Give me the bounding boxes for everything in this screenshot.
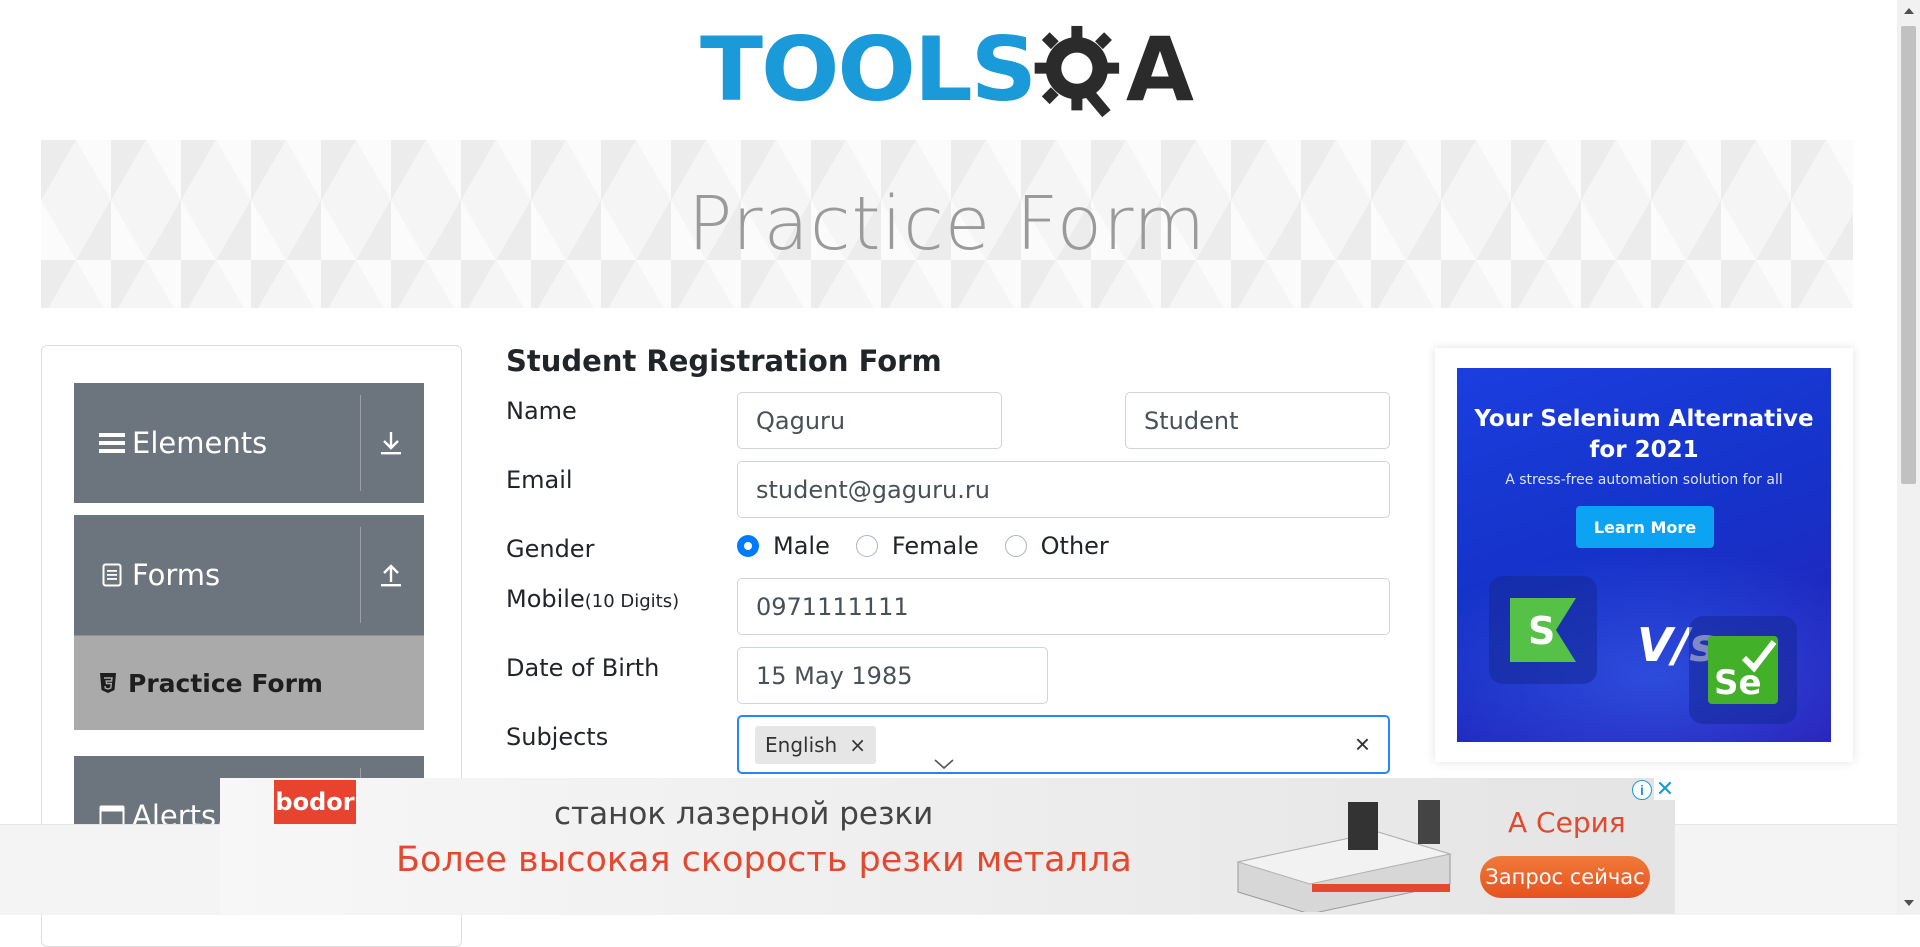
radio-unchecked-icon[interactable]	[855, 535, 878, 557]
bottom-advertisement[interactable]: bodor станок лазерной резки Более высока…	[220, 778, 1675, 914]
clear-icon[interactable]: ×	[1355, 729, 1370, 760]
gender-option-label: Male	[773, 532, 830, 560]
logo-text-tools: TOOLS	[700, 18, 1037, 121]
selenium-logo-tile: Se	[1689, 616, 1797, 724]
date-of-birth-input[interactable]: 15 May 1985	[737, 647, 1048, 704]
upload-arrow-icon[interactable]	[368, 515, 414, 635]
divider	[360, 395, 361, 491]
download-arrow-icon[interactable]	[368, 383, 414, 503]
gender-option-label: Other	[1040, 532, 1109, 560]
tile-letter: S	[1528, 609, 1555, 653]
sidebar-item-label: Practice Form	[128, 668, 323, 698]
name-label: Name	[506, 397, 577, 425]
toolsqa-logo[interactable]: TOOLS A	[700, 14, 1194, 126]
subjects-label: Subjects	[506, 723, 609, 751]
side-advertisement[interactable]: Your Selenium Alternative for 2021 A str…	[1435, 348, 1853, 762]
scroll-down-arrow-icon[interactable]	[1897, 892, 1920, 914]
first-name-input[interactable]: Qaguru	[737, 392, 1002, 449]
selenium-icon: Se	[1708, 636, 1778, 704]
radio-unchecked-icon[interactable]	[1004, 535, 1027, 557]
mobile-label: Mobile(10 Digits)	[506, 585, 679, 613]
subjects-input[interactable]: English × ×	[737, 715, 1390, 774]
gender-radio-other[interactable]: Other	[1004, 532, 1109, 560]
ad-headline-line-1: Your Selenium Alternative	[1474, 406, 1814, 432]
scroll-up-arrow-icon[interactable]	[1897, 0, 1920, 22]
ad-line-1: станок лазерной резки	[554, 796, 934, 832]
form-title: Student Registration Form	[506, 344, 942, 378]
gender-radio-male[interactable]: Male	[737, 532, 830, 560]
last-name-input[interactable]: Student	[1125, 392, 1390, 449]
ad-headline: Your Selenium Alternative for 2021	[1457, 404, 1831, 466]
laser-cutter-image	[1236, 800, 1452, 912]
page-banner: Practice Form	[41, 140, 1853, 308]
sidebar-item-practice-form[interactable]: Practice Form	[74, 635, 424, 730]
sidebar-group-label: Elements	[132, 426, 268, 460]
html5-icon	[100, 673, 116, 693]
document-icon	[98, 561, 126, 589]
gear-magnifier-icon	[1034, 25, 1120, 118]
ad-headline-line-2: for 2021	[1589, 437, 1699, 463]
gender-radio-female[interactable]: Female	[855, 532, 979, 560]
divider	[360, 527, 361, 623]
testproject-icon: S	[1510, 598, 1576, 662]
ad-subtitle: A stress-free automation solution for al…	[1505, 472, 1783, 488]
ad-close-icon[interactable]: ✕	[1654, 776, 1676, 801]
vertical-scrollbar[interactable]	[1897, 0, 1920, 914]
gender-option-label: Female	[891, 532, 979, 560]
hamburger-icon	[98, 429, 126, 457]
testproject-logo-tile: S	[1489, 576, 1597, 684]
dob-label: Date of Birth	[506, 654, 660, 682]
sidebar-group-elements[interactable]: Elements	[74, 383, 424, 503]
request-now-button[interactable]: Запрос сейчас	[1480, 856, 1650, 898]
gender-radio-group: Male Female Other	[737, 532, 1135, 560]
remove-chip-icon[interactable]: ×	[845, 733, 876, 757]
mobile-label-text: Mobile	[506, 585, 585, 613]
gender-label: Gender	[506, 535, 595, 563]
mobile-input[interactable]: 0971111111	[737, 578, 1390, 635]
logo-text-a: A	[1125, 18, 1194, 121]
email-input[interactable]: student@gaguru.ru	[737, 461, 1390, 518]
scrollbar-thumb[interactable]	[1901, 26, 1916, 484]
subject-chip-label: English	[765, 733, 838, 757]
subject-chip: English ×	[755, 726, 876, 764]
ad-line-2: Более высокая скорость резки металла	[396, 840, 1132, 880]
page-title: Practice Form	[687, 181, 1207, 267]
sidebar-group-label: Forms	[132, 558, 221, 592]
mobile-hint: (10 Digits)	[584, 591, 680, 612]
sidebar-group-forms[interactable]: Forms	[74, 515, 424, 635]
tile-letter: Se	[1714, 663, 1762, 703]
learn-more-button[interactable]: Learn More	[1576, 506, 1714, 548]
ad-series-label: A Серия	[1508, 806, 1626, 839]
chevron-down-icon[interactable]	[933, 757, 955, 771]
ad-brand-logo: bodor	[274, 780, 356, 824]
radio-checked-icon[interactable]	[737, 535, 759, 557]
email-label: Email	[506, 466, 573, 494]
ad-info-icon[interactable]: i	[1632, 780, 1652, 800]
side-ad-creative[interactable]: Your Selenium Alternative for 2021 A str…	[1457, 368, 1831, 742]
